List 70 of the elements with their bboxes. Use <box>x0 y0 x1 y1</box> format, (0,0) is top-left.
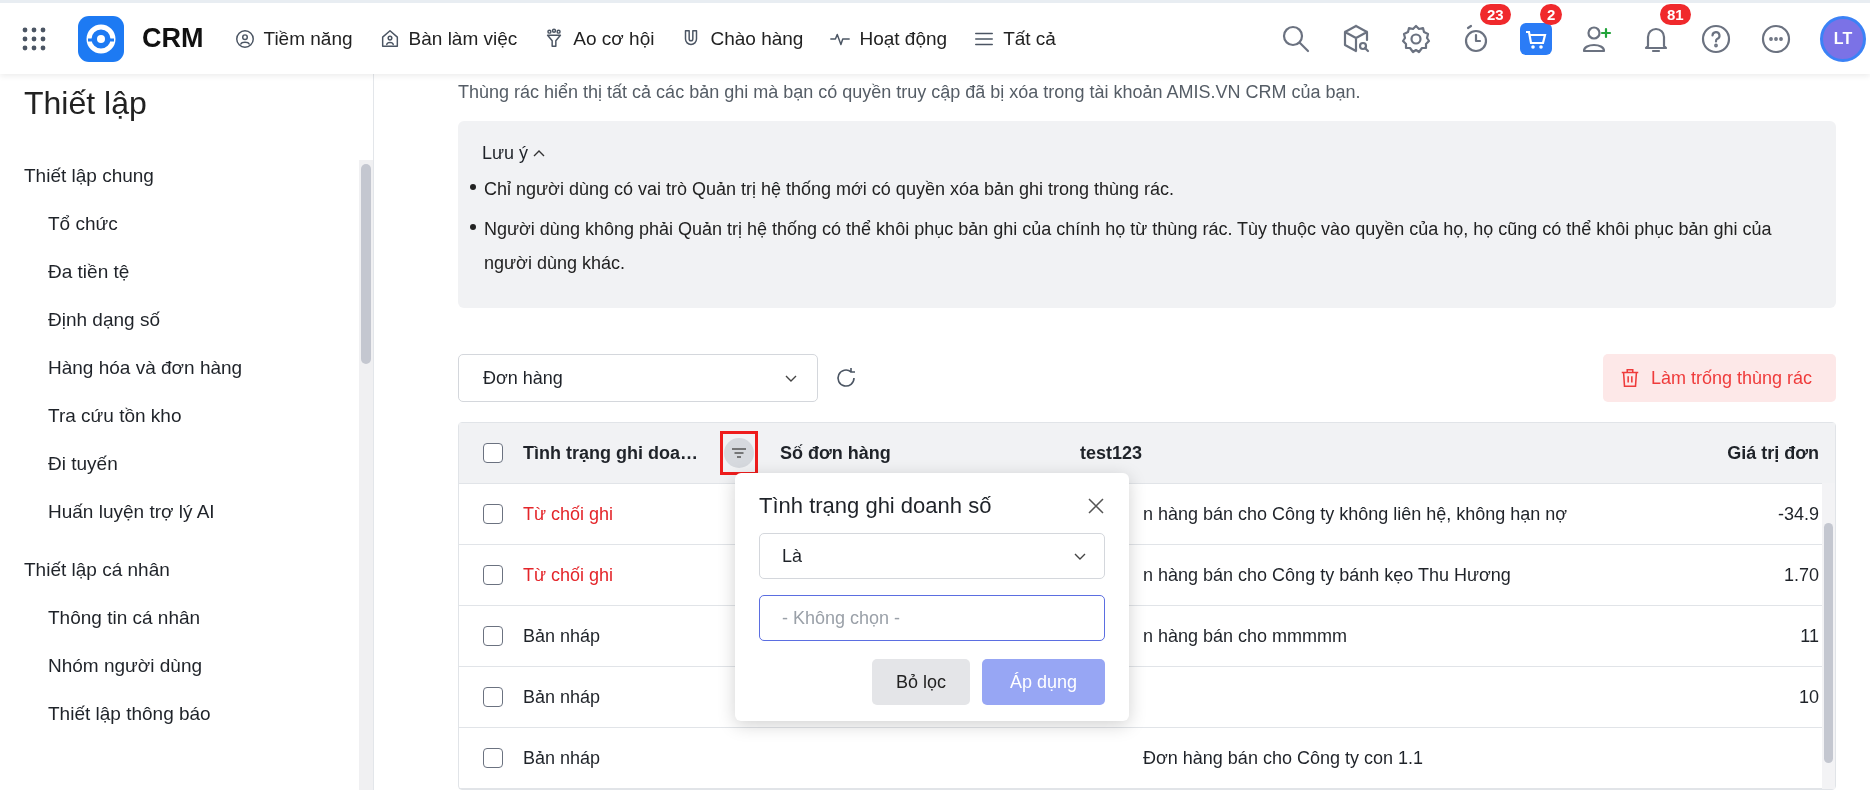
table-cell: -34.9 <box>1777 503 1819 524</box>
nav-link[interactable]: Tất cả <box>973 27 1056 50</box>
column-header[interactable]: test123 <box>1080 442 1480 464</box>
notification-badge: 2 <box>1540 3 1563 25</box>
value-input-field[interactable]: - Không chọn - <box>759 595 1105 641</box>
column-header[interactable]: Số đơn hàng <box>780 442 1080 464</box>
nav-link[interactable]: Hoạt động <box>829 27 948 50</box>
checkbox[interactable] <box>483 443 503 463</box>
notification-badge: 23 <box>1480 3 1511 25</box>
close-icon[interactable] <box>1087 497 1105 515</box>
sidebar-item[interactable]: Thiết lập thông báo <box>24 690 211 738</box>
checkbox[interactable] <box>483 687 503 707</box>
checkbox[interactable] <box>483 626 503 646</box>
settings-icon[interactable] <box>1400 22 1432 55</box>
status-text: Bản nháp <box>523 686 602 708</box>
table-cell: n hàng bán cho mmmmm <box>1143 625 1348 646</box>
sidebar-item[interactable]: Đa tiền tệ <box>24 248 130 296</box>
note-text: Người dùng không phải Quản trị hệ thống có thể khôi phục bản ghi của chính họ từ thùng rác. Tùy thuộc vào quyền của họ, họ cũng có thể khôi phục bản ghi của người dùng khác. <box>484 218 1773 275</box>
status-text: Bản nháp <box>523 625 602 647</box>
brand-name[interactable]: CRM <box>142 23 204 54</box>
sidebar-group-title: Thiết lập cá nhân <box>24 558 171 582</box>
nav-link[interactable]: Chào hàng <box>680 27 804 50</box>
table-cell: 10 <box>1798 686 1819 707</box>
sidebar-item[interactable]: Thông tin cá nhân <box>24 594 201 642</box>
table-cell: 1.70 <box>1783 564 1819 585</box>
person-circle-icon <box>233 27 256 50</box>
status-text: Từ chối ghi <box>523 564 615 586</box>
nav-link[interactable]: Tiềm năng <box>233 27 353 50</box>
sidebar-item[interactable]: Đi tuyến <box>24 440 118 488</box>
cart-icon[interactable] <box>1520 22 1552 55</box>
record-type-select[interactable]: Đơn hàng <box>458 354 818 402</box>
column-header[interactable]: Tình trạng ghi doa… <box>523 442 718 464</box>
refresh-icon[interactable] <box>834 366 858 390</box>
sidebar-item[interactable]: Định dạng số <box>24 296 160 344</box>
table-cell: Đơn hàng bán cho Công ty con 1.1 <box>1143 747 1423 768</box>
status-text: Từ chối ghi <box>523 503 615 525</box>
checkbox[interactable] <box>483 748 503 768</box>
sidebar-item[interactable]: Huấn luyện trợ lý AI <box>24 488 215 536</box>
bullet-icon <box>470 184 476 190</box>
popup-title: Tình trạng ghi doanh số <box>759 493 992 519</box>
user-avatar[interactable]: LT <box>1820 15 1866 62</box>
column-header[interactable]: Giá trị đơn <box>1727 442 1819 464</box>
note-text: Chỉ người dùng có vai trò Quản trị hệ thống mới có quyền xóa bản ghi trong thùng rác. <box>484 178 1175 201</box>
more-icon[interactable] <box>1760 22 1792 55</box>
nav-link[interactable]: Bàn làm việc <box>378 27 518 50</box>
filter-icon[interactable] <box>724 438 754 468</box>
table-cell: n hàng bán cho Công ty không liên hệ, không hạn nợ <box>1143 503 1568 524</box>
note-toggle[interactable]: Lưu ý <box>482 143 547 164</box>
status-text: Bản nháp <box>523 747 602 769</box>
description-text: Thùng rác hiển thị tất cả các bản ghi mà bạn có quyền truy cập đã bị xóa trong tài khoản AMIS.VN CRM của bạn. <box>458 82 1362 103</box>
table-cell: 11 <box>1800 625 1819 646</box>
sidebar-title: Thiết lập <box>24 84 148 122</box>
notification-badge: 81 <box>1660 3 1691 25</box>
bullet-icon <box>470 224 476 230</box>
sidebar-item[interactable]: Tổ chức <box>24 200 118 248</box>
help-icon[interactable] <box>1700 22 1732 55</box>
nav-link[interactable]: Ao cơ hội <box>543 27 655 50</box>
checkbox[interactable] <box>483 565 503 585</box>
sidebar-item[interactable]: Tra cứu tồn kho <box>24 392 182 440</box>
sidebar-group-title: Thiết lập chung <box>24 164 155 188</box>
operator-select[interactable]: Là <box>759 533 1105 579</box>
scrollbar[interactable] <box>1822 483 1835 789</box>
checkbox[interactable] <box>483 504 503 524</box>
logo-icon[interactable] <box>78 15 124 62</box>
app-grid-icon[interactable] <box>22 26 46 51</box>
sidebar-item[interactable]: Hàng hóa và đơn hàng <box>24 344 243 392</box>
table-cell: n hàng bán cho Công ty bánh kẹo Thu Hương <box>1143 564 1511 585</box>
scrollbar[interactable] <box>359 160 373 790</box>
sidebar-item[interactable]: Nhóm người dùng <box>24 642 203 690</box>
clear-filter-button[interactable]: Bỏ lọc <box>871 659 970 705</box>
